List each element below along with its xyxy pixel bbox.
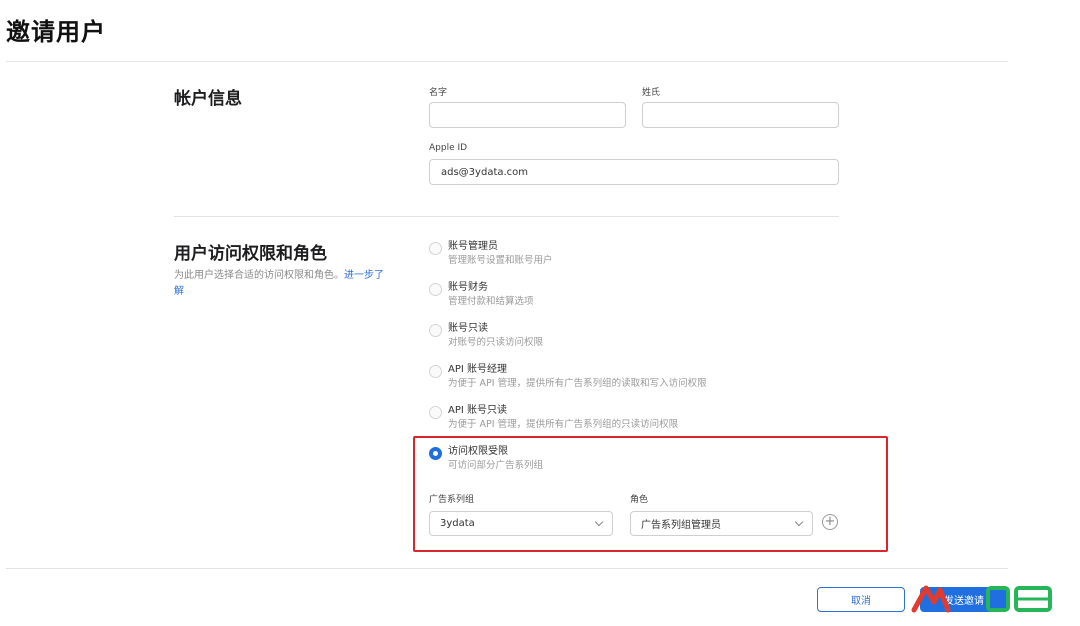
apple-id-input[interactable] [429, 159, 839, 185]
role-value: 广告系列组管理员 [641, 520, 721, 531]
role-option-account-readonly[interactable]: 账号只读 对账号的只读访问权限 [429, 322, 543, 350]
role-desc: 对账号的只读访问权限 [448, 337, 544, 348]
role-desc: 可访问部分广告系列组 [448, 460, 544, 471]
section-divider [174, 216, 839, 217]
role-title: 访问权限受限 [448, 446, 508, 457]
role-option-account-finance[interactable]: 账号财务 管理付款和结算选项 [429, 281, 534, 309]
role-select[interactable]: 广告系列组管理员 [630, 511, 813, 536]
role-desc: 管理账号设置和账号用户 [448, 255, 553, 266]
role-desc: 管理付款和结算选项 [448, 296, 534, 307]
radio-button-selected[interactable] [429, 447, 442, 460]
role-title: 账号财务 [448, 282, 488, 293]
radio-button[interactable] [429, 283, 442, 296]
last-name-label: 姓氏 [642, 88, 661, 98]
radio-button[interactable] [429, 242, 442, 255]
account-info-title: 帐户信息 [174, 89, 242, 109]
watermark-logo [911, 585, 1052, 613]
radio-button[interactable] [429, 324, 442, 337]
first-name-input[interactable] [429, 102, 626, 128]
role-title: 账号管理员 [448, 241, 498, 252]
access-description: 为此用户选择合适的访问权限和角色。进一步了解 [174, 268, 389, 300]
role-option-account-admin[interactable]: 账号管理员 管理账号设置和账号用户 [429, 240, 553, 268]
footer-divider [6, 568, 1008, 569]
role-title: API 账号经理 [448, 364, 507, 375]
role-title: API 账号只读 [448, 405, 507, 416]
role-label: 角色 [630, 495, 649, 505]
role-desc: 为便于 API 管理，提供所有广告系列组的读取和写入访问权限 [448, 378, 707, 389]
role-title: 账号只读 [448, 323, 488, 334]
last-name-input[interactable] [642, 102, 839, 128]
campaign-group-select[interactable]: 3ydata [429, 511, 613, 536]
plus-circle-icon[interactable]: + [822, 514, 838, 530]
radio-button[interactable] [429, 365, 442, 378]
chevron-down-icon [794, 517, 804, 527]
access-desc-text: 为此用户选择合适的访问权限和角色。 [174, 270, 344, 281]
role-option-api-readonly[interactable]: API 账号只读 为便于 API 管理，提供所有广告系列组的只读访问权限 [429, 404, 678, 432]
role-desc: 为便于 API 管理，提供所有广告系列组的只读访问权限 [448, 419, 679, 430]
role-option-api-manager[interactable]: API 账号经理 为便于 API 管理，提供所有广告系列组的读取和写入访问权限 [429, 363, 707, 391]
apple-id-label: Apple ID [429, 143, 468, 153]
cancel-button[interactable]: 取消 [817, 587, 905, 612]
campaign-group-label: 广告系列组 [429, 495, 475, 505]
role-option-limited-access[interactable]: 访问权限受限 可访问部分广告系列组 [429, 445, 543, 473]
chevron-down-icon [594, 517, 604, 527]
header-divider [6, 61, 1008, 62]
first-name-label: 名字 [429, 88, 448, 98]
access-title: 用户访问权限和角色 [174, 244, 327, 264]
radio-button[interactable] [429, 406, 442, 419]
page-title: 邀请用户 [6, 18, 106, 46]
campaign-group-value: 3ydata [440, 518, 475, 529]
